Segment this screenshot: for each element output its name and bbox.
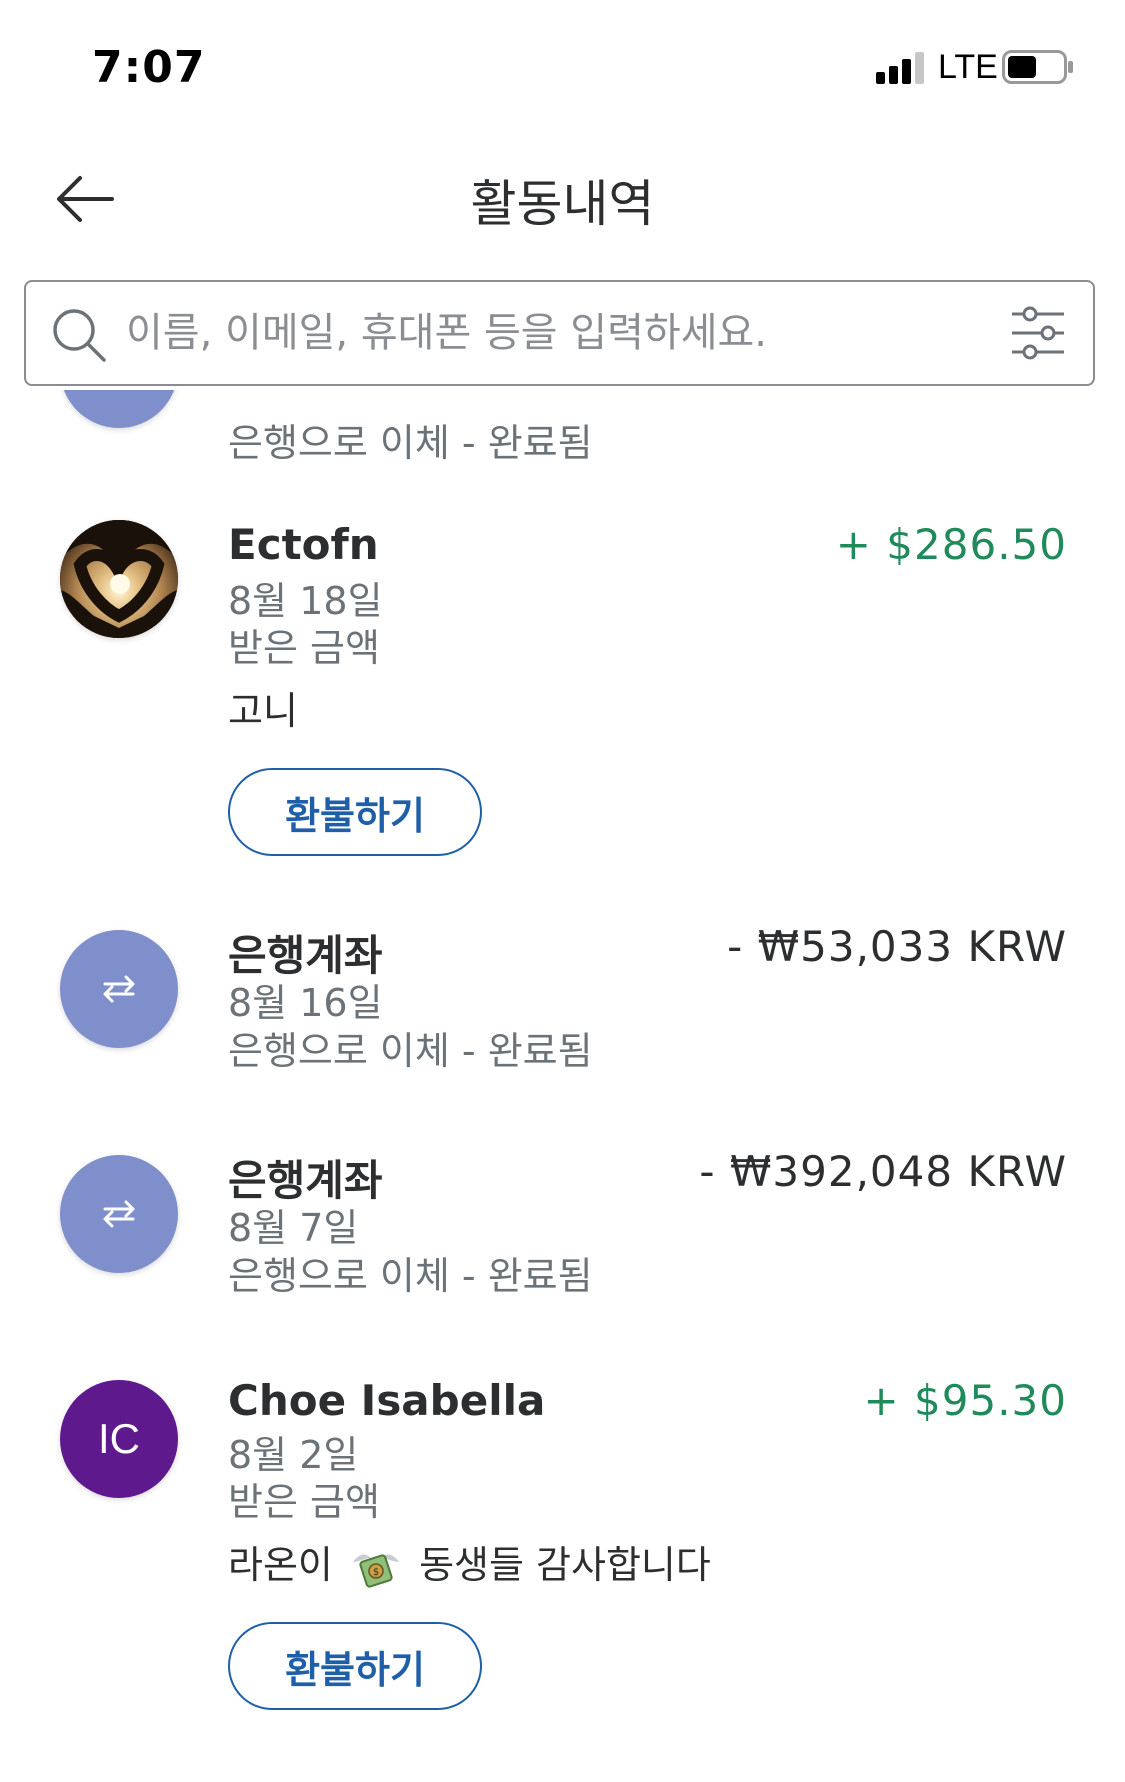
search-box [24, 280, 1095, 386]
heart-hands-sunset-photo [60, 520, 178, 638]
transaction-note: 라온이 $ 동생들 감사합니다 [228, 1534, 711, 1589]
refund-button[interactable]: 환불하기 [228, 768, 482, 856]
search-input[interactable] [126, 302, 986, 364]
transaction-item[interactable]: IC Choe Isabella + $95.30 8월 2일 받은 금액 라온… [0, 1376, 1125, 1740]
transaction-item[interactable]: Ectofn + $286.50 8월 18일 받은 금액 고니 환불하기 [0, 520, 1125, 880]
transaction-item[interactable]: 은행계좌 - ₩53,033 KRW 8월 16일 은행으로 이체 - 완료됨 [0, 922, 1125, 1110]
transaction-amount: - ₩53,033 KRW [727, 922, 1067, 971]
activity-list: 은행으로 이체 - 완료됨 Ectofn + $286.50 8월 18일 받은… [0, 390, 1125, 1782]
transaction-status: 받은 금액 [228, 626, 380, 670]
money-with-wings-icon: $ [352, 1553, 399, 1588]
initials-avatar: IC [60, 1380, 178, 1498]
transaction-name: Choe Isabella [228, 1376, 546, 1425]
note-text-before: 라온이 [228, 1543, 333, 1587]
bank-transfer-avatar [60, 390, 178, 428]
transaction-date: 8월 7일 [228, 1206, 359, 1250]
network-type: LTE [938, 48, 998, 86]
bank-transfer-avatar [60, 930, 178, 1048]
transaction-status: 은행으로 이체 - 완료됨 [228, 421, 593, 465]
search-icon [53, 309, 106, 362]
transaction-amount: + $95.30 [863, 1376, 1067, 1425]
transaction-amount: + $286.50 [835, 520, 1067, 569]
page-title: 활동내역 [470, 175, 655, 233]
transaction-amount: - ₩392,048 KRW [699, 1147, 1067, 1196]
refund-button[interactable]: 환불하기 [228, 1622, 482, 1710]
status-time: 7:07 [92, 42, 206, 93]
transaction-date: 8월 16일 [228, 981, 383, 1025]
filter-sliders-icon[interactable] [1010, 304, 1066, 362]
transaction-status: 받은 금액 [228, 1480, 380, 1524]
bank-transfer-avatar [60, 1155, 178, 1273]
transfer-arrows-icon [103, 1200, 135, 1228]
status-bar: 7:07 LTE [0, 0, 1125, 130]
transaction-status: 은행으로 이체 - 완료됨 [228, 1029, 593, 1073]
transaction-status: 은행으로 이체 - 완료됨 [228, 1254, 593, 1298]
transaction-note: 고니 [228, 689, 298, 733]
transfer-arrows-icon [103, 975, 135, 1003]
transaction-item[interactable]: 은행으로 이체 - 완료됨 [0, 390, 1125, 470]
signal-strength-icon [876, 52, 924, 84]
note-text-after: 동생들 감사합니다 [419, 1543, 711, 1587]
transaction-name: Ectofn [228, 520, 379, 569]
nav-bar: 활동내역 [0, 150, 1125, 250]
svg-text:$: $ [373, 1567, 379, 1578]
transaction-item[interactable]: 은행계좌 - ₩392,048 KRW 8월 7일 은행으로 이체 - 완료됨 [0, 1147, 1125, 1335]
avatar-photo-image [60, 520, 178, 638]
battery-icon [1002, 50, 1073, 84]
